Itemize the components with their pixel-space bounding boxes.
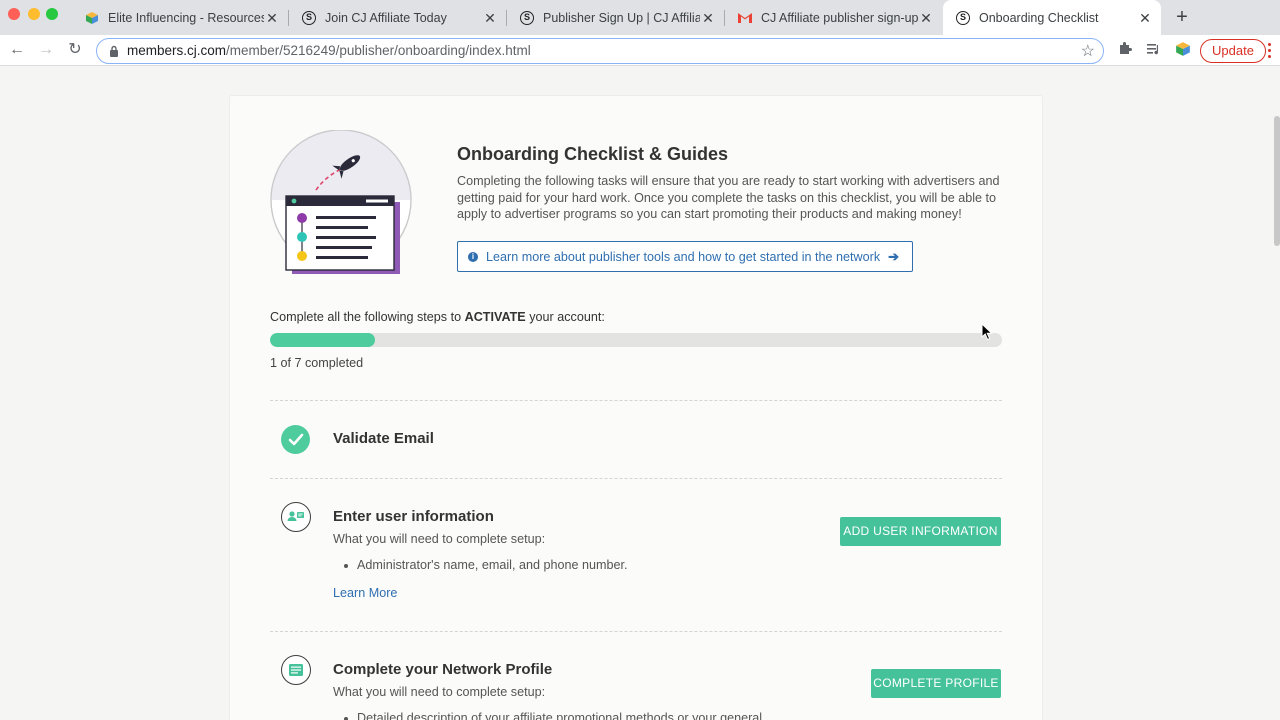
close-icon[interactable]: ✕ — [918, 10, 934, 26]
cj-logo-icon: S — [301, 10, 317, 26]
steps-label-prefix: Complete all the following steps to — [270, 310, 465, 324]
info-icon: i — [468, 251, 478, 262]
gmail-icon — [737, 10, 753, 26]
task-title-user-info: Enter user information — [333, 508, 494, 525]
section-divider — [270, 631, 1002, 632]
forward-icon[interactable]: → — [35, 39, 57, 61]
browser-tab[interactable]: S Publisher Sign Up | CJ Affiliate ✕ — [507, 0, 724, 35]
new-tab-button[interactable]: + — [1172, 7, 1192, 27]
browser-menu-icon[interactable] — [1268, 43, 1272, 61]
cj-logo-icon: S — [955, 10, 971, 26]
progress-count: 1 of 7 completed — [270, 356, 364, 370]
tab-title: Onboarding Checklist — [979, 10, 1099, 25]
learn-more-link[interactable]: Learn More — [333, 586, 397, 600]
browser-tab[interactable]: Elite Influencing - Resources ✕ — [72, 0, 288, 35]
onboarding-card: Onboarding Checklist & Guides Completing… — [229, 95, 1043, 720]
learn-more-tools-button[interactable]: i Learn more about publisher tools and h… — [457, 241, 913, 272]
arrow-right-icon: ➔ — [888, 248, 900, 264]
browser-tab[interactable]: S Join CJ Affiliate Today ✕ — [289, 0, 506, 35]
media-queue-icon[interactable] — [1145, 41, 1163, 59]
lock-icon — [110, 45, 118, 57]
checkmark-icon — [281, 425, 310, 454]
section-divider — [270, 478, 1002, 479]
bookmark-star-icon[interactable]: ☆ — [1081, 41, 1095, 61]
page-scrollbar[interactable] — [1274, 116, 1280, 246]
close-icon[interactable]: ✕ — [264, 10, 280, 26]
browser-toolbar: ← → ↻ members.cj.com/member/5216249/publ… — [0, 35, 1280, 66]
back-icon[interactable]: ← — [6, 39, 28, 61]
cj-logo-icon: S — [519, 10, 535, 26]
address-bar[interactable]: members.cj.com/member/5216249/publisher/… — [96, 38, 1104, 64]
user-card-icon — [281, 502, 311, 532]
close-icon[interactable]: ✕ — [1137, 10, 1153, 26]
steps-label-suffix: your account: — [525, 310, 605, 324]
task-requirement-item: Detailed description of your affiliate p… — [343, 711, 762, 720]
section-divider — [270, 400, 1002, 401]
page-viewport: Onboarding Checklist & Guides Completing… — [0, 66, 1280, 720]
tab-title: Join CJ Affiliate Today — [325, 10, 447, 25]
cube-icon — [84, 10, 100, 26]
window-minimize-button[interactable] — [28, 8, 40, 20]
window-zoom-button[interactable] — [46, 8, 58, 20]
url-domain: members.cj.com — [127, 43, 227, 58]
page-title: Onboarding Checklist & Guides — [457, 144, 729, 164]
learn-more-tools-label: Learn more about publisher tools and how… — [486, 249, 881, 264]
browser-tab-active[interactable]: S Onboarding Checklist ✕ — [943, 0, 1161, 35]
add-user-information-button[interactable]: ADD USER INFORMATION — [840, 517, 1001, 546]
intro-paragraph: Completing the following tasks will ensu… — [457, 174, 1000, 221]
task-subtitle: What you will need to complete setup: — [333, 532, 546, 546]
close-icon[interactable]: ✕ — [482, 10, 498, 26]
complete-profile-button[interactable]: COMPLETE PROFILE — [871, 669, 1001, 698]
task-title-validate-email: Validate Email — [333, 430, 434, 447]
task-subtitle: What you will need to complete setup: — [333, 685, 546, 699]
browser-tab[interactable]: CJ Affiliate publisher sign-up - ✕ — [725, 0, 942, 35]
url-text: members.cj.com/member/5216249/publisher/… — [127, 43, 531, 58]
mouse-cursor-icon — [981, 323, 993, 341]
activation-progress-bar — [270, 333, 1002, 347]
steps-instruction: Complete all the following steps to ACTI… — [270, 310, 605, 324]
update-button[interactable]: Update — [1200, 39, 1266, 63]
task-requirement-item: Administrator's name, email, and phone n… — [344, 558, 628, 572]
rocket-checklist-illustration — [270, 130, 412, 274]
progress-bar-fill — [270, 333, 375, 347]
tab-strip: Elite Influencing - Resources ✕ S Join C… — [0, 0, 1280, 35]
task-title-network-profile: Complete your Network Profile — [333, 661, 553, 678]
reload-icon[interactable]: ↻ — [64, 39, 86, 61]
close-icon[interactable]: ✕ — [700, 10, 716, 26]
window-close-button[interactable] — [8, 8, 20, 20]
profile-list-icon — [281, 655, 311, 685]
url-path: /member/5216249/publisher/onboarding/ind… — [226, 43, 531, 58]
tab-title: Elite Influencing - Resources — [108, 10, 264, 25]
tab-title: Publisher Sign Up | CJ Affiliate — [543, 10, 700, 25]
cube-extension-icon[interactable] — [1174, 41, 1192, 59]
steps-label-emphasis: ACTIVATE — [464, 310, 526, 324]
extensions-puzzle-icon[interactable] — [1116, 41, 1134, 59]
tab-title: CJ Affiliate publisher sign-up - — [761, 10, 918, 25]
